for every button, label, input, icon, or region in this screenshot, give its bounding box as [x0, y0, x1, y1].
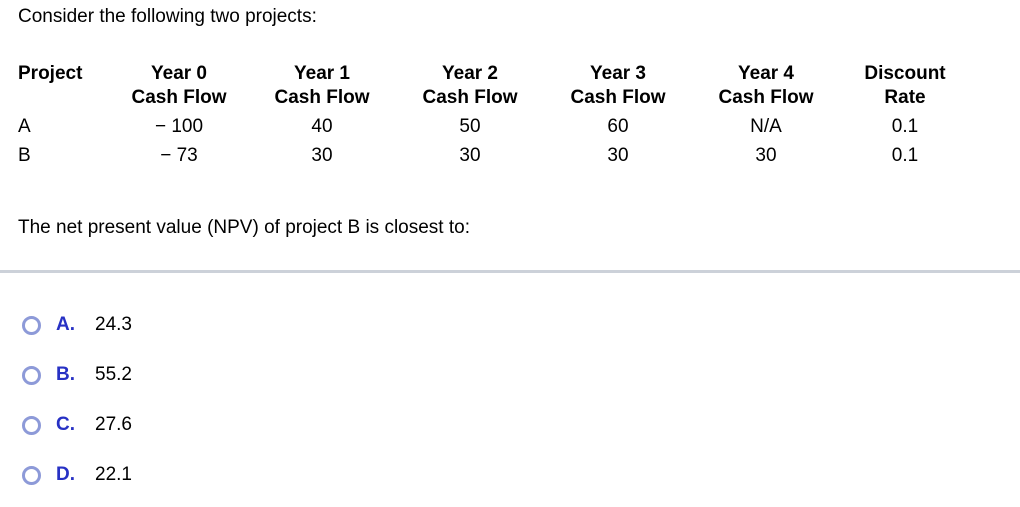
column-header-year0-line1: Year 0: [151, 63, 207, 84]
cell-year0: − 73: [160, 145, 198, 166]
cell-year2: 50: [459, 116, 481, 137]
cell-discount-rate: 0.1: [891, 145, 919, 166]
column-header-year1-line2: Cash Flow: [274, 87, 370, 108]
column-header-year4-line1: Year 4: [738, 63, 794, 84]
cell-year3: 60: [607, 116, 629, 137]
radio-button-icon-a[interactable]: [22, 315, 41, 335]
option-letter-b: B.: [56, 364, 75, 385]
row-right-pad: [970, 139, 1020, 168]
table-right-pad: [970, 62, 1020, 110]
answer-options-list: A. 24.3 B. 55.2 C. 27.6 D. 22.1: [0, 300, 1020, 500]
column-header-discount-rate-line2: Rate: [884, 87, 926, 108]
column-header-year4-line2: Cash Flow: [718, 87, 814, 108]
row-right-pad: [970, 110, 1020, 139]
row-left-pad: [0, 139, 18, 168]
intro-text: Consider the following two projects:: [18, 6, 317, 27]
option-value-c: 27.6: [95, 414, 132, 435]
table-left-pad: [0, 62, 18, 110]
option-row-d[interactable]: D. 22.1: [0, 450, 1020, 500]
column-header-year3-line2: Cash Flow: [570, 87, 666, 108]
table-row: B − 73 30 30 30 30 0.1: [0, 139, 1020, 168]
cash-flow-table: Project Year 0 Cash Flow Year 1 Cash Flo…: [0, 62, 1020, 168]
column-header-year4: Year 4 Cash Flow: [692, 62, 840, 110]
column-header-year2-line2: Cash Flow: [422, 87, 518, 108]
option-row-c[interactable]: C. 27.6: [0, 400, 1020, 450]
column-header-year0: Year 0 Cash Flow: [110, 62, 248, 110]
question-text: The net present value (NPV) of project B…: [18, 217, 470, 238]
cell-discount-rate: 0.1: [891, 116, 919, 137]
cell-year1: 30: [311, 145, 333, 166]
option-letter-d: D.: [56, 464, 75, 485]
section-divider: [0, 270, 1020, 273]
option-letter-c: C.: [56, 414, 75, 435]
cell-year4: 30: [755, 145, 777, 166]
column-header-year2-line1: Year 2: [442, 63, 498, 84]
column-header-year3: Year 3 Cash Flow: [544, 62, 692, 110]
radio-button-icon-b[interactable]: [22, 365, 41, 385]
column-header-project: Project: [18, 62, 110, 110]
row-left-pad: [0, 110, 18, 139]
column-header-year2: Year 2 Cash Flow: [396, 62, 544, 110]
cell-year3: 30: [607, 145, 629, 166]
table-header-row: Project Year 0 Cash Flow Year 1 Cash Flo…: [0, 62, 1020, 110]
option-value-d: 22.1: [95, 464, 132, 485]
option-value-a: 24.3: [95, 314, 132, 335]
radio-button-icon-d[interactable]: [22, 465, 41, 485]
cell-year4: N/A: [750, 116, 782, 137]
table-row: A − 100 40 50 60 N/A 0.1: [0, 110, 1020, 139]
cell-year2: 30: [459, 145, 481, 166]
radio-button-icon-c[interactable]: [22, 415, 41, 435]
column-header-discount-rate-line1: Discount: [864, 63, 946, 84]
column-header-year1: Year 1 Cash Flow: [248, 62, 396, 110]
cell-project: A: [18, 116, 31, 137]
column-header-year3-line1: Year 3: [590, 63, 646, 84]
cell-year0: − 100: [154, 116, 204, 137]
cell-year1: 40: [311, 116, 333, 137]
cell-project: B: [18, 145, 31, 166]
option-letter-a: A.: [56, 314, 75, 335]
option-row-b[interactable]: B. 55.2: [0, 350, 1020, 400]
column-header-year1-line1: Year 1: [294, 63, 350, 84]
column-header-discount-rate: Discount Rate: [840, 62, 970, 110]
option-row-a[interactable]: A. 24.3: [0, 300, 1020, 350]
column-header-project-line1: Project: [18, 63, 83, 84]
option-value-b: 55.2: [95, 364, 132, 385]
column-header-year0-line2: Cash Flow: [131, 87, 227, 108]
